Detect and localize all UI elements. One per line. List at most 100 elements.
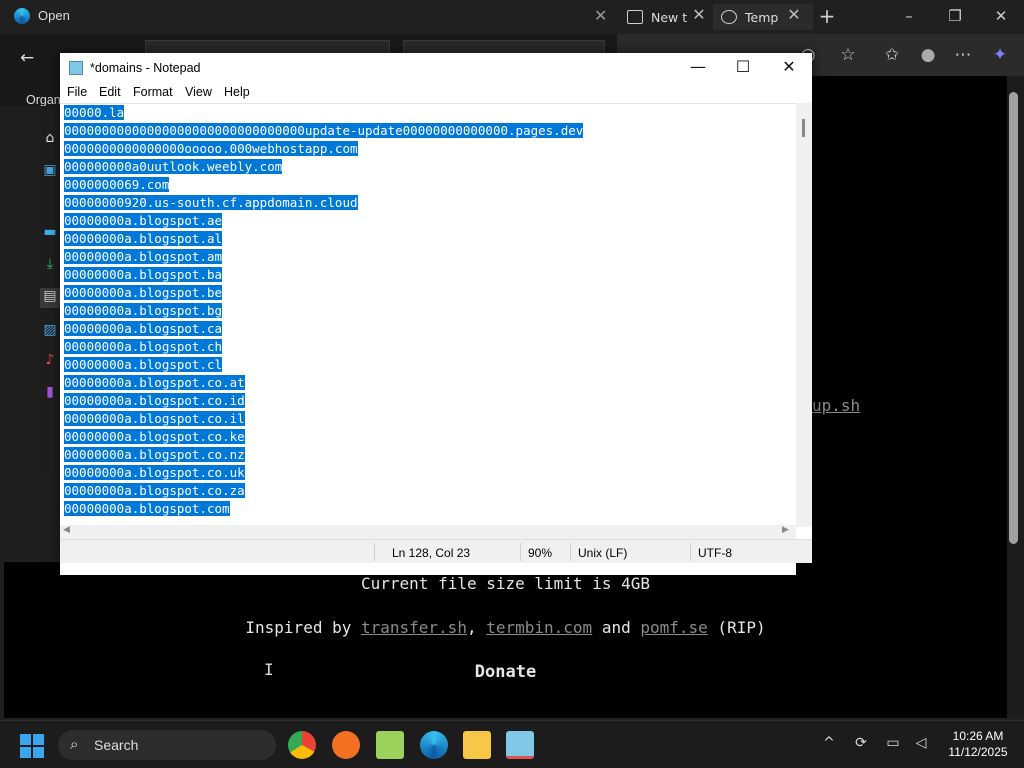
tab-new[interactable]: New t <box>627 4 687 30</box>
selected-text: 0000000069.com <box>64 177 170 192</box>
menu-view[interactable]: View <box>185 85 212 99</box>
gallery-icon[interactable]: ▣ <box>40 162 60 182</box>
selected-text: 00000000a.blogspot.ba <box>64 267 223 282</box>
text-cursor-icon: I <box>264 660 274 679</box>
text-line: 00000000a.blogspot.co.id <box>64 392 245 410</box>
close-tab-icon[interactable]: ✕ <box>787 7 801 23</box>
scroll-right-icon[interactable]: ▶ <box>782 525 789 535</box>
maximize-icon[interactable]: ☐ <box>728 58 758 78</box>
browser-tabbar: New t ✕ Temp ✕ + – ❐ ✕ <box>617 0 1024 34</box>
minimize-icon[interactable]: – <box>897 6 921 26</box>
windows-start-icon[interactable] <box>20 734 44 758</box>
videos-icon[interactable]: ▮ <box>40 384 60 404</box>
page-scrollbar-thumb[interactable] <box>1009 92 1018 544</box>
chrome-icon[interactable] <box>288 731 316 759</box>
sublime-icon[interactable] <box>332 731 360 759</box>
favorites-icon[interactable]: ✩ <box>881 44 903 66</box>
show-hidden-icons-icon[interactable]: ^ <box>818 735 840 755</box>
notepad-statusbar: Ln 128, Col 23 90% Unix (LF) UTF-8 <box>60 539 812 563</box>
selected-text: 00000000a.blogspot.co.id <box>64 393 245 408</box>
globe-icon <box>721 10 737 24</box>
volume-muted-icon[interactable]: ◁ <box>910 735 932 755</box>
text-line: 00000000a.blogspot.am <box>64 248 223 266</box>
text-line: 00000000000000000000000000000000update-u… <box>64 122 584 140</box>
more-options-icon[interactable]: ⋯ <box>952 44 974 66</box>
text-line: 0000000000000000ooooo.000webhostapp.com <box>64 140 358 158</box>
notepadpp-icon[interactable] <box>376 731 404 759</box>
display-icon[interactable]: ▭ <box>882 735 904 755</box>
notepad-window[interactable]: *domains - Notepad — ☐ ✕ File Edit Forma… <box>60 53 812 575</box>
scroll-left-icon[interactable]: ◀ <box>63 525 70 535</box>
tab-label: Temp <box>745 9 779 25</box>
text-line: 00000000a.blogspot.co.za <box>64 482 245 500</box>
selected-text: 00000000a.blogspot.cl <box>64 357 223 372</box>
selected-text: 00000000a.blogspot.al <box>64 231 223 246</box>
profile-avatar-icon[interactable]: ● <box>917 44 939 66</box>
text-line: 00000000a.blogspot.ch <box>64 338 223 356</box>
text-line: 00000000a.blogspot.al <box>64 230 223 248</box>
selected-text: 00000000a.blogspot.am <box>64 249 223 264</box>
vertical-scrollbar[interactable] <box>796 103 812 527</box>
selected-text: 00000000a.blogspot.co.uk <box>64 465 245 480</box>
sync-icon[interactable]: ⟳ <box>850 735 872 755</box>
clock-date: 11/12/2025 <box>948 745 1008 759</box>
menu-edit[interactable]: Edit <box>99 85 121 99</box>
vertical-scrollbar-thumb[interactable] <box>802 119 805 137</box>
link-pomf[interactable]: pomf.se <box>640 618 707 637</box>
link-transfer[interactable]: transfer.sh <box>361 618 467 637</box>
navigation-pane: ⌂ ▣ ▬ ⤓ ▤ ▨ ♪ ▮ <box>0 106 60 474</box>
new-tab-page-icon <box>627 10 643 24</box>
new-tab-plus-icon[interactable]: + <box>815 6 839 26</box>
text-line: 00000000a.blogspot.bg <box>64 302 223 320</box>
link-termbin[interactable]: termbin.com <box>486 618 592 637</box>
downloads-icon[interactable]: ⤓ <box>40 256 60 276</box>
cursor-position: Ln 128, Col 23 <box>392 546 471 560</box>
back-arrow-icon[interactable]: ← <box>20 48 34 68</box>
page-content: Current file size limit is 4GB Inspired … <box>4 562 1007 718</box>
music-icon[interactable]: ♪ <box>40 352 60 372</box>
text-line: 00000000a.blogspot.com <box>64 500 230 518</box>
taskbar-clock[interactable]: 10:26 AM 11/12/2025 <box>940 728 1016 760</box>
pictures-icon[interactable]: ▨ <box>40 322 60 342</box>
documents-icon[interactable]: ▤ <box>40 288 60 308</box>
menu-help[interactable]: Help <box>224 85 250 99</box>
donate-heading: Donate <box>474 662 537 682</box>
open-dialog-close-icon[interactable]: ✕ <box>594 6 607 25</box>
close-window-icon[interactable]: ✕ <box>989 6 1013 26</box>
text-line: 00000000a.blogspot.cl <box>64 356 223 374</box>
text-line: 000000000a0uutlook.weebly.com <box>64 158 283 176</box>
notepad-taskbar-icon[interactable] <box>506 731 534 759</box>
menu-file[interactable]: File <box>67 85 87 99</box>
selected-text: 00000000000000000000000000000000update-u… <box>64 123 584 138</box>
taskbar-search[interactable]: ⌕ Search <box>58 730 276 760</box>
text-line: 00000000a.blogspot.ae <box>64 212 223 230</box>
close-tab-icon[interactable]: ✕ <box>692 7 706 23</box>
search-icon: ⌕ <box>70 735 79 753</box>
restore-icon[interactable]: ❐ <box>943 6 967 26</box>
minimize-icon[interactable]: — <box>683 58 713 78</box>
favorite-star-icon[interactable]: ☆ <box>837 44 859 66</box>
inspired-line: Inspired by transfer.sh, termbin.com and… <box>245 618 766 637</box>
desktop-icon[interactable]: ▬ <box>40 224 60 244</box>
file-explorer-icon[interactable] <box>463 731 491 759</box>
partial-link[interactable]: up.sh <box>812 396 860 415</box>
text-line: 00000000a.blogspot.co.uk <box>64 464 245 482</box>
close-icon[interactable]: ✕ <box>774 58 804 78</box>
copilot-icon[interactable]: ✦ <box>989 44 1011 66</box>
organize-button[interactable]: Organ <box>26 93 61 107</box>
horizontal-scrollbar[interactable]: ◀ ▶ <box>60 525 796 539</box>
menu-format[interactable]: Format <box>133 85 173 99</box>
selected-text: 00000000a.blogspot.co.nz <box>64 447 245 462</box>
notepad-menubar: File Edit Format View Help <box>60 83 812 103</box>
notepad-text-area[interactable]: 00000.la 00000000000000000000000000000000… <box>60 103 796 575</box>
search-label: Search <box>94 737 139 753</box>
notepad-title: *domains - Notepad <box>90 61 201 75</box>
notepad-titlebar[interactable]: *domains - Notepad — ☐ ✕ <box>60 53 812 83</box>
tab-label: New t <box>651 9 688 25</box>
taskbar: ⌕ Search ^ ⟳ ▭ ◁ 10:26 AM 11/12/2025 <box>0 720 1024 768</box>
home-icon[interactable]: ⌂ <box>40 130 60 150</box>
file-size-text: Current file size limit is 4GB <box>361 574 650 593</box>
selected-text: 00000000920.us-south.cf.appdomain.cloud <box>64 195 358 210</box>
selected-text: 000000000a0uutlook.weebly.com <box>64 159 283 174</box>
edge-icon[interactable] <box>420 731 448 759</box>
